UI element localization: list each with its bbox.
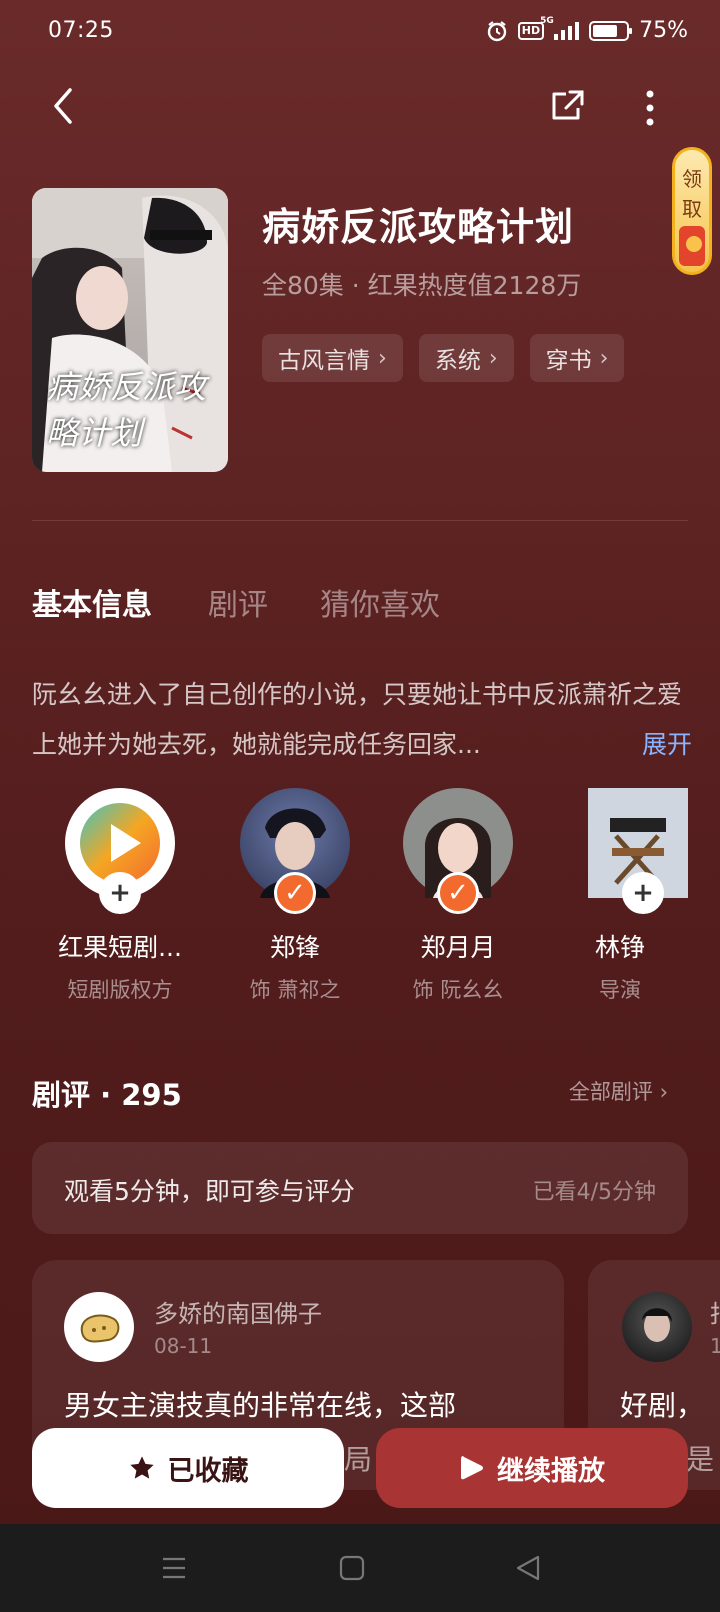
tab-basic-info[interactable]: 基本信息	[32, 580, 152, 624]
follow-plus-icon[interactable]: +	[99, 872, 141, 914]
followed-check-icon[interactable]: ✓	[437, 872, 479, 914]
tag-chuanshu[interactable]: 穿书 ›	[529, 334, 625, 382]
reviews-title: 剧评 · 295	[32, 1078, 182, 1112]
cast-item[interactable]: ✓ 郑月月 饰 阮幺幺	[383, 788, 533, 1004]
cast-name: 郑锋	[269, 933, 320, 962]
star-icon	[129, 1456, 154, 1479]
chevron-right-icon: ›	[488, 345, 498, 371]
genre-tags: 古风言情 › 系统 › 穿书 ›	[262, 334, 625, 382]
drama-description: 阮幺幺进入了自己创作的小说，只要她让书中反派萧祈之爱上她并为她去死，她就能完成任…	[32, 670, 692, 770]
avatar: ✓	[403, 788, 513, 914]
continue-play-label: 继续播放	[497, 1455, 605, 1487]
review-text-more: 是	[686, 1443, 715, 1476]
system-nav-bar	[0, 1524, 720, 1612]
cast-role: 短剧版权方	[67, 978, 173, 1002]
chevron-right-icon: ›	[378, 345, 387, 371]
all-reviews-link[interactable]: 全部剧评 ›	[569, 1076, 668, 1106]
expand-link[interactable]: 展开	[642, 720, 692, 770]
status-time: 07:25	[48, 18, 114, 43]
tag-gufeng[interactable]: 古风言情 ›	[262, 334, 403, 382]
divider	[32, 520, 688, 521]
avatar: +	[588, 788, 688, 914]
review-text-more: 局	[344, 1443, 373, 1476]
cast-name: 林铮	[594, 933, 645, 962]
cast-role: 饰 萧祁之	[249, 978, 341, 1002]
avatar: +	[65, 788, 175, 914]
review-text: 男女主演技真的非常在线，这部	[64, 1389, 457, 1422]
red-envelope-icon	[679, 226, 705, 266]
cast-item[interactable]: + 林铮 导演	[552, 788, 688, 1004]
chevron-right-icon: ›	[659, 1080, 668, 1104]
tag-system[interactable]: 系统 ›	[418, 334, 514, 382]
collect-label: 已收藏	[167, 1455, 249, 1487]
signal-icon: 5G	[540, 16, 580, 40]
cast-item[interactable]: + 红果短剧... 短剧版权方	[45, 788, 195, 1004]
play-icon	[461, 1456, 483, 1480]
battery-percent: 75%	[639, 18, 688, 43]
more-icon[interactable]	[644, 88, 656, 128]
tab-reviews[interactable]: 剧评	[208, 580, 268, 624]
collect-button[interactable]: 已收藏	[32, 1428, 344, 1508]
watch-progress: 已看4/5分钟	[532, 1180, 656, 1205]
reward-float-button[interactable]: 领取	[672, 147, 712, 275]
review-text: 好剧，	[620, 1389, 705, 1422]
chevron-right-icon: ›	[599, 345, 609, 371]
cast-role: 导演	[599, 978, 641, 1002]
cast-item[interactable]: ✓ 郑锋 饰 萧祁之	[220, 788, 370, 1004]
status-icons: HD 5G 75%	[486, 16, 688, 43]
cast-role: 饰 阮幺幺	[412, 978, 504, 1002]
review-user: 报	[710, 1294, 720, 1329]
follow-plus-icon[interactable]: +	[622, 872, 664, 914]
review-date: 1	[710, 1334, 720, 1358]
avatar	[622, 1292, 692, 1362]
share-icon[interactable]	[550, 88, 586, 124]
status-bar: 07:25 HD 5G 75%	[0, 0, 720, 64]
review-user: 多娇的南国佛子	[154, 1300, 322, 1328]
cast-name: 红果短剧...	[58, 933, 182, 962]
cast-name: 郑月月	[420, 933, 496, 962]
menu-icon[interactable]	[160, 1554, 188, 1582]
avatar: ✓	[240, 788, 350, 914]
poster-title: 病娇反派攻略计划	[46, 368, 207, 452]
followed-check-icon[interactable]: ✓	[274, 872, 316, 914]
rating-prompt: 观看5分钟，即可参与评分 已看4/5分钟	[32, 1142, 688, 1234]
drama-title: 病娇反派攻略计划	[262, 205, 575, 249]
continue-play-button[interactable]: 继续播放	[376, 1428, 688, 1508]
back-icon[interactable]	[48, 86, 80, 126]
alarm-icon	[487, 20, 506, 41]
drama-poster[interactable]: 病娇反派攻略计划	[32, 188, 228, 472]
tab-recommend[interactable]: 猜你喜欢	[320, 580, 440, 624]
drama-meta: 全80集 · 红果热度值2128万	[262, 271, 582, 300]
review-date: 08-11	[154, 1334, 213, 1358]
rating-prompt-text: 观看5分钟，即可参与评分	[64, 1177, 355, 1206]
battery-icon	[589, 20, 633, 41]
back-nav-icon[interactable]	[514, 1554, 542, 1582]
reward-label: 领取	[682, 167, 702, 221]
home-icon[interactable]	[338, 1554, 366, 1582]
avatar	[64, 1292, 134, 1362]
